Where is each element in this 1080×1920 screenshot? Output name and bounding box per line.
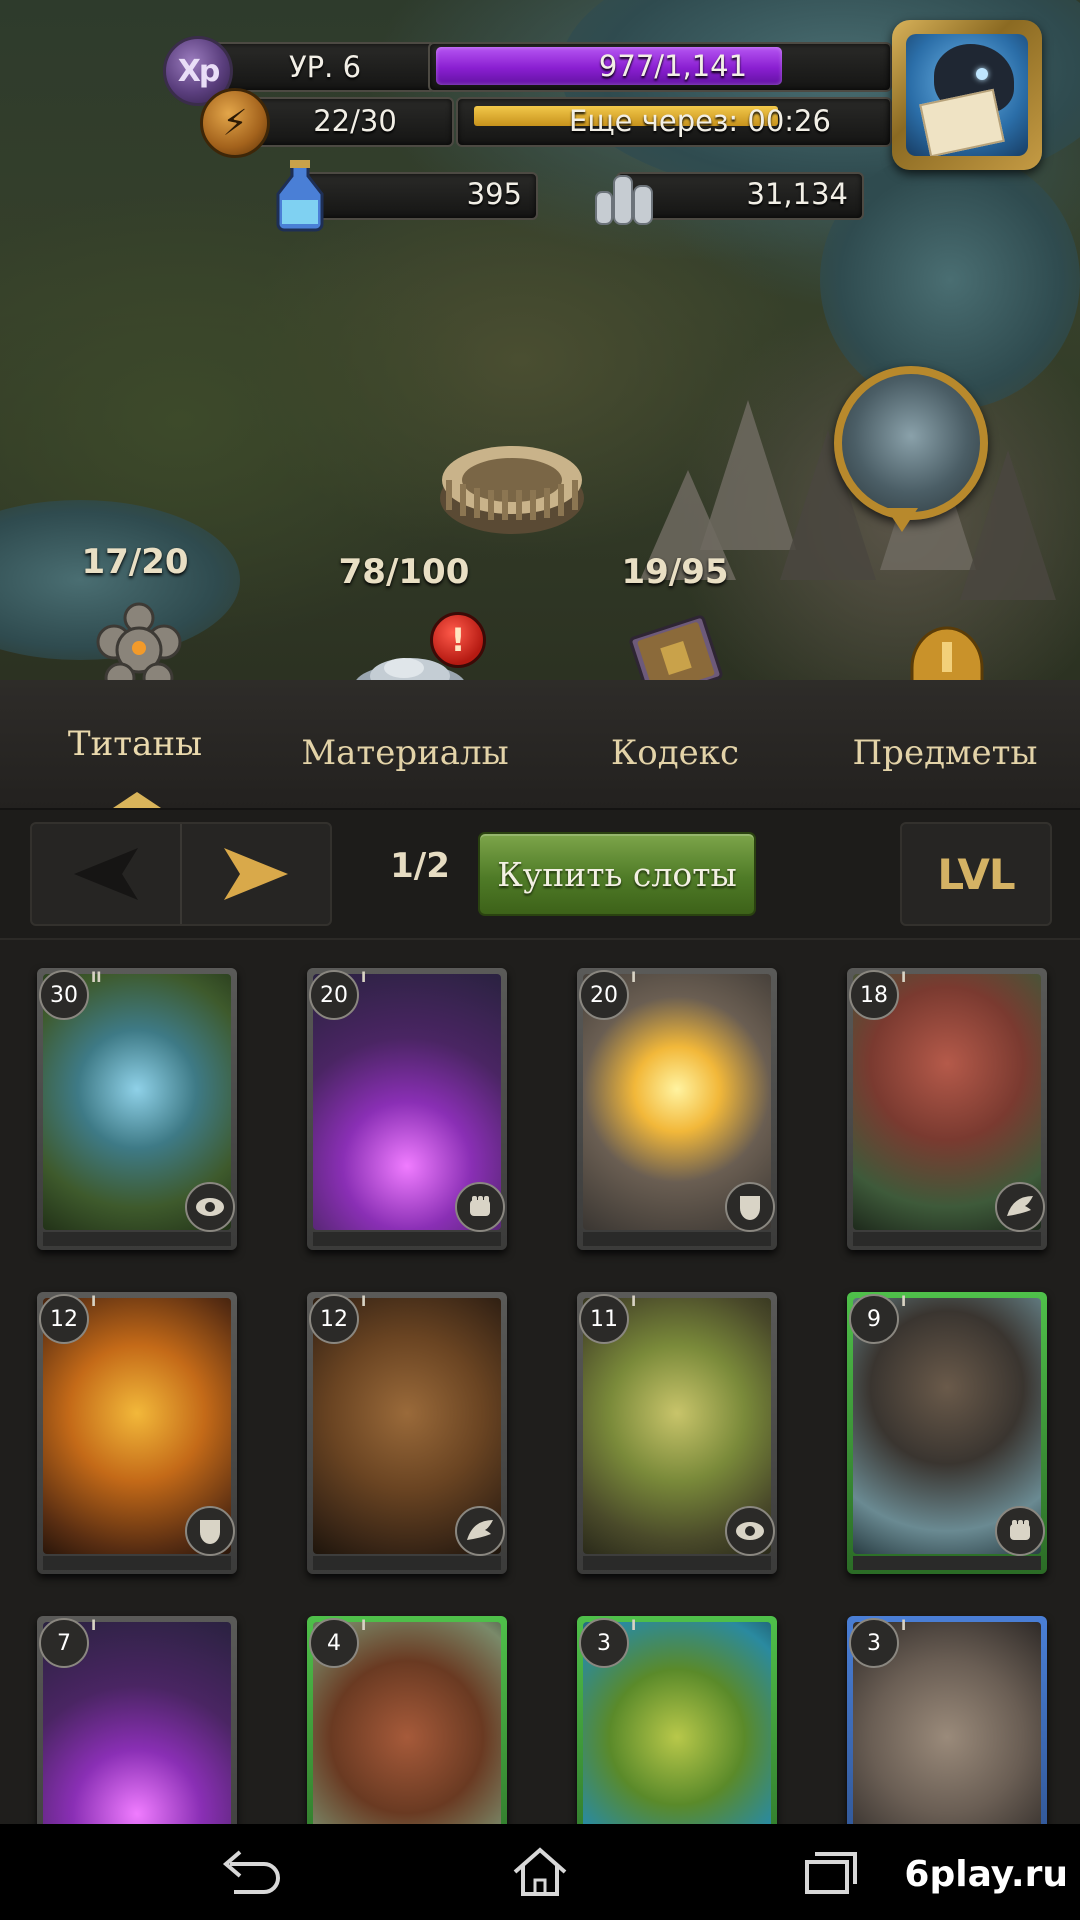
titan-card[interactable]: 12 I [307,1292,507,1574]
level-label: УР. 6 [288,50,362,84]
titan-tier: I [901,1294,907,1310]
prev-page-button[interactable] [32,824,180,924]
crow-eye [976,68,988,80]
fist-role-icon [455,1182,505,1232]
titan-level-badge: 20 [579,970,629,1020]
titan-card[interactable]: 7I [37,1616,237,1824]
titan-card[interactable]: 12 I [37,1292,237,1574]
colosseum-location[interactable] [438,428,586,538]
fist-role-icon [995,1506,1045,1556]
tab-codex[interactable]: Кодекс [540,680,810,808]
shield-role-icon [185,1506,235,1556]
silver-coins-icon [595,175,653,225]
card-footer [583,1556,771,1570]
titan-tier: I [91,1294,97,1310]
sort-by-level-button[interactable]: LVL [900,822,1052,926]
lightning-icon: ⚡ [200,88,270,158]
category-tabs: Титаны Материалы Кодекс Предметы [0,680,1080,810]
titan-level-badge: 30 [39,970,89,1020]
eye-role-icon [725,1506,775,1556]
titan-tier: I [631,1618,637,1634]
tab-titans[interactable]: Титаны [0,680,270,808]
page-nav [30,822,332,926]
letter-icon [919,88,1005,156]
titan-tier: I [361,1294,367,1310]
materials-alert-badge: ! [430,612,486,668]
titan-level-badge: 7 [39,1618,89,1668]
location-pin[interactable] [834,366,988,520]
card-footer [43,1232,231,1246]
potion-icon [276,160,324,232]
player-avatar[interactable] [892,20,1042,170]
titan-tier: I [631,1294,637,1310]
titan-tier: I [91,1618,97,1634]
titan-level-badge: 3 [579,1618,629,1668]
titan-card[interactable]: 20 I [307,968,507,1250]
card-footer [583,1232,771,1246]
avatar-portrait [906,34,1028,156]
titans-counter: 17/20 [81,542,189,582]
titan-card[interactable]: 18 I [847,968,1047,1250]
titan-level-badge: 11 [579,1294,629,1344]
recent-apps-icon[interactable] [795,1844,865,1900]
titan-tier: I [361,1618,367,1634]
titan-card[interactable]: 3I [847,1616,1047,1824]
titan-tier: I [901,1618,907,1634]
titan-level-badge: 12 [309,1294,359,1344]
back-icon[interactable] [216,1844,286,1900]
materials-counter: 78/100 [338,552,470,592]
titan-tier: I [901,970,907,986]
titan-tier: I [361,970,367,986]
home-icon[interactable] [505,1844,575,1900]
arrow-right-icon [224,848,288,900]
titan-level-badge: 3 [849,1618,899,1668]
wing-role-icon [455,1506,505,1556]
active-tab-indicator [113,792,161,808]
titan-level-badge: 12 [39,1294,89,1344]
gems-value: 395 [466,177,522,211]
xp-value: 977/1,141 [598,49,748,83]
xp-badge-label: Xp [177,53,221,89]
card-footer [313,1232,501,1246]
location-pin-tip [886,508,918,532]
titan-tier: II [91,970,102,986]
shield-role-icon [725,1182,775,1232]
titan-card[interactable]: 20 I [577,968,777,1250]
titan-level-badge: 9 [849,1294,899,1344]
energy-timer: Еще через: 00:26 [569,104,831,138]
titan-level-badge: 18 [849,970,899,1020]
titan-card-grid[interactable]: 30 II 20 I 20 I 18 I 12 I 12 I 11 I 9 I 7 I 4 I 3 I 3 I [0,940,1080,1824]
arrow-left-icon [74,848,138,900]
card-footer [313,1556,501,1570]
wing-role-icon [995,1182,1045,1232]
titan-card[interactable]: 3I [577,1616,777,1824]
titan-card[interactable]: 9I [847,1292,1047,1574]
card-footer [43,1556,231,1570]
next-page-button[interactable] [182,824,330,924]
tab-materials[interactable]: Материалы [270,680,540,808]
titan-card[interactable]: 4I [307,1616,507,1824]
buy-slots-button[interactable]: Купить слоты [478,832,756,916]
codex-counter: 19/95 [621,552,729,592]
page-indicator: 1/2 [390,846,450,886]
eye-role-icon [185,1182,235,1232]
titan-level-badge: 20 [309,970,359,1020]
card-footer [853,1232,1041,1246]
energy-value: 22/30 [313,104,397,138]
card-footer [853,1556,1041,1570]
tab-items[interactable]: Предметы [810,680,1080,808]
titan-card[interactable]: 11 I [577,1292,777,1574]
inventory-toolbar: 1/2 Купить слоты LVL [0,810,1080,940]
titan-level-badge: 4 [309,1618,359,1668]
watermark-logo: 6play.ru [904,1854,1068,1895]
titan-card[interactable]: 30 II [37,968,237,1250]
titan-tier: I [631,970,637,986]
